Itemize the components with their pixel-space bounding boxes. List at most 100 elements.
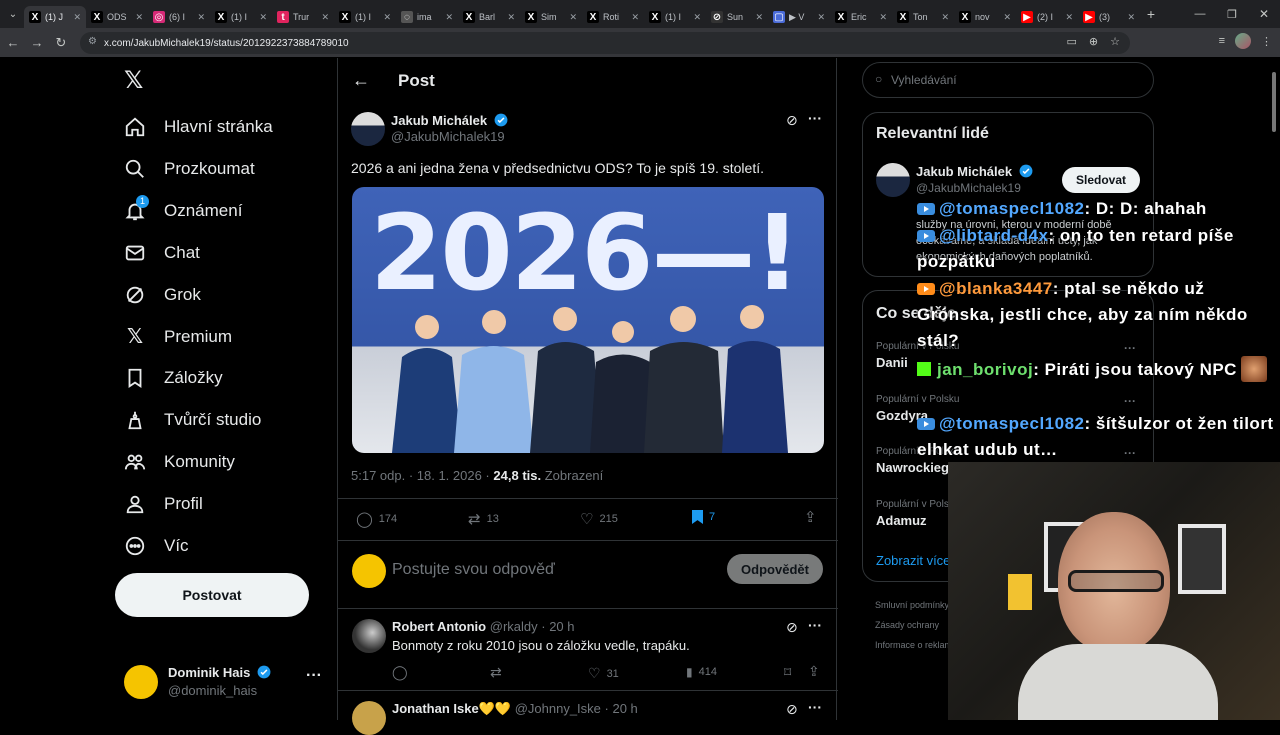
browser-tab[interactable]: X Roti ✕ (582, 6, 644, 28)
tab-close-icon[interactable]: ✕ (507, 12, 515, 23)
nav-item-search[interactable]: Prozkoumat (124, 149, 255, 189)
tab-close-icon[interactable]: ✕ (941, 12, 949, 23)
author-name[interactable]: Jakub Michálek (391, 113, 487, 128)
zoom-icon[interactable]: ⊕ (1089, 35, 1098, 48)
share-icon[interactable]: ⇪ (804, 508, 817, 526)
repost-action[interactable]: ⇄ 13 (468, 510, 499, 528)
maximize-window-icon[interactable]: ❐ (1216, 8, 1248, 21)
back-arrow-icon[interactable]: ← (2, 32, 24, 54)
new-tab-button[interactable]: + (1140, 6, 1162, 22)
profile-avatar-icon[interactable] (1235, 33, 1251, 49)
bookmark-star-icon[interactable]: ☆ (1110, 35, 1120, 48)
browser-tab[interactable]: X (1) J ✕ (24, 6, 86, 28)
post-timestamp[interactable]: 5:17 odp. · 18. 1. 2026 · (351, 468, 490, 483)
address-bar[interactable]: ⚙ x.com/JakubMichalek19/status/201292237… (80, 32, 1130, 54)
browser-tab[interactable]: ▶ (3) ✕ (1078, 6, 1140, 28)
person-handle[interactable]: @JakubMichalek19 (916, 181, 1021, 195)
back-arrow-icon[interactable]: ← (352, 70, 370, 91)
post-button[interactable]: Postovat (115, 573, 309, 617)
browser-tab[interactable]: X (1) I ✕ (334, 6, 396, 28)
more-dots-icon[interactable]: ··· (306, 667, 322, 685)
nav-item-studio[interactable]: Tvůrčí studio (124, 400, 261, 440)
tab-close-icon[interactable]: ✕ (73, 12, 81, 23)
tab-close-icon[interactable]: ✕ (817, 12, 825, 23)
tab-close-icon[interactable]: ✕ (1127, 12, 1135, 23)
grok-icon[interactable]: ⊘ (786, 112, 798, 129)
person-name[interactable]: Jakub Michálek (916, 164, 1012, 179)
close-window-icon[interactable]: ✕ (1248, 7, 1280, 21)
browser-tab[interactable]: X (1) I ✕ (210, 6, 272, 28)
reply-author-name[interactable]: Robert Antonio (392, 619, 486, 634)
tab-close-icon[interactable]: ✕ (569, 12, 577, 23)
tab-close-icon[interactable]: ✕ (321, 12, 329, 23)
browser-tab[interactable]: X ODS ✕ (86, 6, 148, 28)
browser-tab[interactable]: ▶ (2) I ✕ (1016, 6, 1078, 28)
scrollbar-thumb[interactable] (1272, 72, 1276, 132)
bookmark-action[interactable]: 7 (692, 510, 715, 524)
tab-close-icon[interactable]: ✕ (693, 12, 701, 23)
minimize-window-icon[interactable]: — (1184, 8, 1216, 20)
reply-input[interactable] (392, 558, 692, 582)
tab-close-icon[interactable]: ✕ (631, 12, 639, 23)
x-logo-icon[interactable]: 𝕏 (124, 68, 150, 94)
tab-close-icon[interactable]: ✕ (755, 12, 763, 23)
tab-close-icon[interactable]: ✕ (383, 12, 391, 23)
like-action[interactable]: ♡ 215 (580, 510, 618, 528)
browser-tab[interactable]: ▢ ▶ V ✕ (768, 6, 830, 28)
tab-close-icon[interactable]: ✕ (445, 12, 453, 23)
more-dots-icon[interactable]: ··· (1124, 394, 1136, 408)
nav-item-mail[interactable]: Chat (124, 233, 200, 273)
reply-item[interactable]: Jonathan Iske💛💛 @Johnny_Iske · 20 h ⊘ ··… (338, 691, 838, 735)
tab-close-icon[interactable]: ✕ (1065, 12, 1073, 23)
reload-icon[interactable]: ↻ (50, 32, 72, 54)
browser-tab[interactable]: X (1) I ✕ (644, 6, 706, 28)
tab-close-icon[interactable]: ✕ (879, 12, 887, 23)
bookmark-icon[interactable]: ⌑ (784, 664, 791, 681)
nav-item-communities[interactable]: Komunity (124, 442, 235, 482)
media-control-icon[interactable]: ≡ (1219, 35, 1225, 47)
browser-tab[interactable]: X Barl ✕ (458, 6, 520, 28)
more-dots-icon[interactable]: ··· (808, 617, 822, 633)
nav-item-bookmark[interactable]: Záložky (124, 358, 223, 398)
browser-tab[interactable]: ⊘ Sun ✕ (706, 6, 768, 28)
reply-item[interactable]: Robert Antonio @rkaldy · 20 h ⊘ ··· Bonm… (338, 609, 838, 691)
views-action[interactable]: ▮ 414 (686, 665, 717, 679)
nav-item-bell[interactable]: 1 Oznámení (124, 191, 242, 231)
search-box[interactable]: ○ Vyhledávání (862, 62, 1154, 98)
grok-icon[interactable]: ⊘ (786, 701, 798, 718)
nav-item-x-logo[interactable]: 𝕏 Premium (124, 317, 232, 357)
repost-icon[interactable]: ⇄ (490, 664, 502, 681)
reply-action[interactable]: ◯ 174 (356, 510, 397, 528)
browser-tab[interactable]: X Ton ✕ (892, 6, 954, 28)
reply-avatar[interactable] (352, 701, 386, 735)
follow-button[interactable]: Sledovat (1062, 167, 1140, 193)
account-switcher[interactable]: Dominik Hais @dominik_hais ··· (124, 663, 324, 703)
reply-author-name[interactable]: Jonathan Iske💛💛 (392, 701, 511, 716)
nav-item-more-circle[interactable]: Víc (124, 526, 189, 566)
grok-icon[interactable]: ⊘ (786, 619, 798, 636)
author-handle[interactable]: @JakubMichalek19 (391, 129, 505, 144)
tab-close-icon[interactable]: ✕ (259, 12, 267, 23)
browser-menu-icon[interactable]: ⋮ (1261, 35, 1272, 48)
reply-author-handle[interactable]: @Johnny_Iske (515, 701, 601, 716)
reply-time[interactable]: · 20 h (605, 701, 638, 716)
share-icon[interactable]: ⇪ (808, 663, 820, 680)
show-more-link[interactable]: Zobrazit více (876, 553, 950, 568)
browser-tab[interactable]: ◌ ima ✕ (396, 6, 458, 28)
footer-link[interactable]: Smluvní podmínky (875, 600, 955, 620)
nav-item-home[interactable]: Hlavní stránka (124, 107, 273, 147)
reply-author-handle[interactable]: @rkaldy (490, 619, 538, 634)
like-action[interactable]: ♡ 31 (588, 665, 619, 682)
browser-tab[interactable]: X Eric ✕ (830, 6, 892, 28)
person-avatar[interactable] (876, 163, 910, 197)
reply-icon[interactable]: ◯ (392, 664, 408, 681)
browser-tab[interactable]: X Sim ✕ (520, 6, 582, 28)
reply-time[interactable]: · 20 h (541, 619, 574, 634)
nav-item-profile[interactable]: Profil (124, 484, 203, 524)
more-dots-icon[interactable]: ··· (808, 110, 822, 126)
author-avatar[interactable] (351, 112, 385, 146)
reply-avatar[interactable] (352, 619, 386, 653)
footer-link[interactable]: Informace o reklamách (875, 640, 955, 660)
browser-tab[interactable]: ◎ (6) I ✕ (148, 6, 210, 28)
tab-close-icon[interactable]: ✕ (1003, 12, 1011, 23)
